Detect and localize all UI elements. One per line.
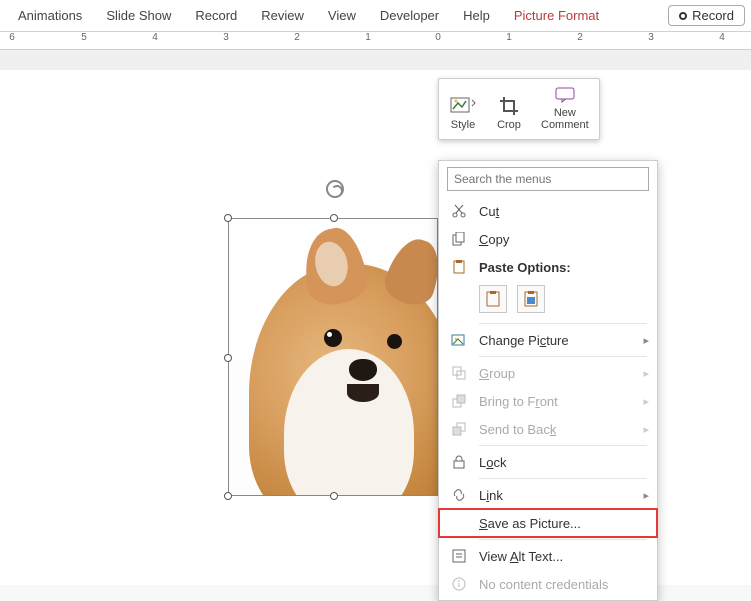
menu-label: Group bbox=[479, 366, 643, 381]
ruler-tick: 0 bbox=[435, 32, 441, 43]
menu-separator bbox=[479, 445, 647, 446]
record-dot-icon bbox=[679, 12, 687, 20]
paste-option-keep-source[interactable] bbox=[479, 285, 507, 313]
resize-handle[interactable] bbox=[330, 492, 338, 500]
tab-animations[interactable]: Animations bbox=[6, 2, 94, 29]
resize-handle[interactable] bbox=[224, 492, 232, 500]
send-back-icon bbox=[449, 421, 469, 437]
tab-developer[interactable]: Developer bbox=[368, 2, 451, 29]
menu-separator bbox=[479, 323, 647, 324]
crop-label: Crop bbox=[497, 119, 521, 131]
menu-label: Paste Options: bbox=[479, 260, 649, 275]
resize-handle[interactable] bbox=[224, 214, 232, 222]
comment-icon bbox=[555, 87, 575, 103]
scissors-icon bbox=[449, 203, 469, 219]
menu-send-to-back: Send to Back ▸ bbox=[439, 415, 657, 443]
change-picture-icon bbox=[449, 332, 469, 348]
chevron-right-icon: ▸ bbox=[643, 334, 649, 347]
menu-label: No content credentials bbox=[479, 577, 649, 592]
bring-front-icon bbox=[449, 393, 469, 409]
ruler-tick: 3 bbox=[648, 32, 654, 43]
style-label: Style bbox=[451, 119, 475, 131]
tab-help[interactable]: Help bbox=[451, 2, 502, 29]
menu-copy[interactable]: Copy bbox=[439, 225, 657, 253]
paste-option-picture[interactable] bbox=[517, 285, 545, 313]
menu-label: Copy bbox=[479, 232, 649, 247]
ribbon-tabs: Animations Slide Show Record Review View… bbox=[0, 0, 751, 32]
new-comment-label-1: New bbox=[554, 107, 576, 119]
ruler-tick: 4 bbox=[152, 32, 158, 43]
menu-save-as-picture[interactable]: Save as Picture... bbox=[439, 509, 657, 537]
link-icon bbox=[449, 487, 469, 503]
chevron-right-icon: ▸ bbox=[643, 395, 649, 408]
ruler-tick: 5 bbox=[81, 32, 87, 43]
menu-lock[interactable]: Lock bbox=[439, 448, 657, 476]
ruler-tick: 1 bbox=[365, 32, 371, 43]
alt-text-icon bbox=[449, 548, 469, 564]
menu-separator bbox=[479, 356, 647, 357]
menu-search-input[interactable] bbox=[447, 167, 649, 191]
tab-slideshow[interactable]: Slide Show bbox=[94, 2, 183, 29]
menu-cut[interactable]: Cut bbox=[439, 197, 657, 225]
resize-handle[interactable] bbox=[224, 354, 232, 362]
chevron-right-icon: ▸ bbox=[643, 489, 649, 502]
ruler-tick: 4 bbox=[719, 32, 725, 43]
copy-icon bbox=[449, 231, 469, 247]
menu-label: View Alt Text... bbox=[479, 549, 649, 564]
ruler-tick: 2 bbox=[294, 32, 300, 43]
menu-view-alt-text[interactable]: View Alt Text... bbox=[439, 542, 657, 570]
horizontal-ruler: 6 5 4 3 2 1 0 1 2 3 4 bbox=[0, 32, 751, 50]
ruler-tick: 3 bbox=[223, 32, 229, 43]
menu-label: Cut bbox=[479, 204, 649, 219]
menu-paste-options: Paste Options: bbox=[439, 253, 657, 281]
resize-handle[interactable] bbox=[330, 214, 338, 222]
info-icon bbox=[449, 576, 469, 592]
blank-icon bbox=[449, 515, 469, 531]
menu-group: Group ▸ bbox=[439, 359, 657, 387]
menu-link[interactable]: Link ▸ bbox=[439, 481, 657, 509]
crop-icon bbox=[500, 97, 518, 115]
menu-label: Lock bbox=[479, 455, 649, 470]
tab-picture-format[interactable]: Picture Format bbox=[502, 2, 611, 29]
mini-toolbar: Style Crop New Comment bbox=[438, 78, 600, 140]
ruler-tick: 1 bbox=[506, 32, 512, 43]
menu-label: Save as Picture... bbox=[479, 516, 649, 531]
lock-icon bbox=[449, 454, 469, 470]
tab-view[interactable]: View bbox=[316, 2, 368, 29]
selected-picture[interactable] bbox=[228, 218, 438, 496]
chevron-right-icon: ▸ bbox=[643, 423, 649, 436]
clipboard-icon bbox=[449, 259, 469, 275]
context-menu: Cut Copy Paste Options: Change Picture ▸… bbox=[438, 160, 658, 601]
group-icon bbox=[449, 365, 469, 381]
picture-style-icon bbox=[450, 97, 476, 115]
menu-search bbox=[447, 167, 649, 191]
tab-record[interactable]: Record bbox=[183, 2, 249, 29]
menu-separator bbox=[479, 539, 647, 540]
menu-label: Send to Back bbox=[479, 422, 643, 437]
paste-options-row bbox=[439, 281, 657, 321]
menu-label: Change Picture bbox=[479, 333, 643, 348]
style-button[interactable]: Style bbox=[443, 83, 483, 135]
menu-label: Bring to Front bbox=[479, 394, 643, 409]
record-button-label: Record bbox=[692, 8, 734, 23]
menu-change-picture[interactable]: Change Picture ▸ bbox=[439, 326, 657, 354]
ruler-tick: 2 bbox=[577, 32, 583, 43]
chevron-right-icon: ▸ bbox=[643, 367, 649, 380]
rotate-handle[interactable] bbox=[326, 180, 344, 198]
record-button[interactable]: Record bbox=[668, 5, 745, 26]
crop-button[interactable]: Crop bbox=[489, 83, 529, 135]
menu-separator bbox=[479, 478, 647, 479]
menu-label: Link bbox=[479, 488, 643, 503]
dog-image bbox=[229, 219, 437, 495]
ruler-tick: 6 bbox=[9, 32, 15, 43]
tab-review[interactable]: Review bbox=[249, 2, 316, 29]
menu-bring-to-front: Bring to Front ▸ bbox=[439, 387, 657, 415]
new-comment-button[interactable]: New Comment bbox=[535, 83, 595, 135]
new-comment-label-2: Comment bbox=[541, 119, 589, 131]
menu-no-credentials: No content credentials bbox=[439, 570, 657, 598]
